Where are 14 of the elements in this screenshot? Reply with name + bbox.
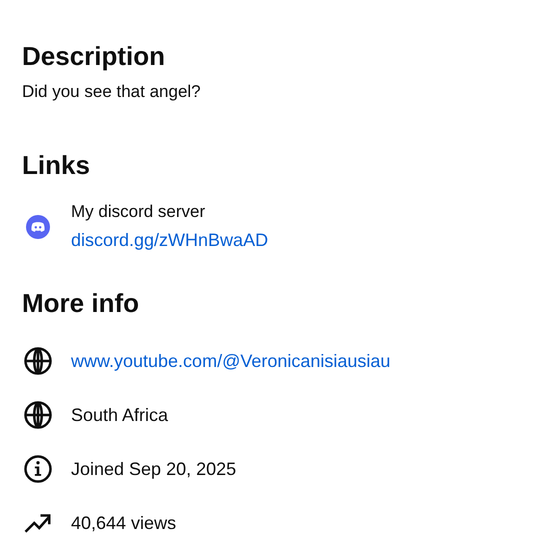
- channel-link[interactable]: www.youtube.com/@Veronicanisiausiau: [71, 350, 390, 372]
- section-heading: Description: [22, 40, 166, 73]
- link-url[interactable]: discord.gg/zWHnBwaAD: [71, 230, 268, 251]
- globe-icon: [23, 346, 53, 376]
- section-heading: Links: [22, 149, 91, 182]
- info-icon: [23, 454, 53, 484]
- globe-icon: [23, 400, 53, 430]
- link-title: My discord server: [71, 202, 206, 222]
- section-heading: More info: [22, 287, 140, 320]
- info-text: 40,644 views: [71, 512, 176, 534]
- discord-icon: [26, 214, 50, 238]
- description-text: Did you see that angel?: [22, 82, 202, 102]
- info-text: South Africa: [71, 404, 168, 426]
- info-text: Joined Sep 20, 2025: [71, 458, 236, 480]
